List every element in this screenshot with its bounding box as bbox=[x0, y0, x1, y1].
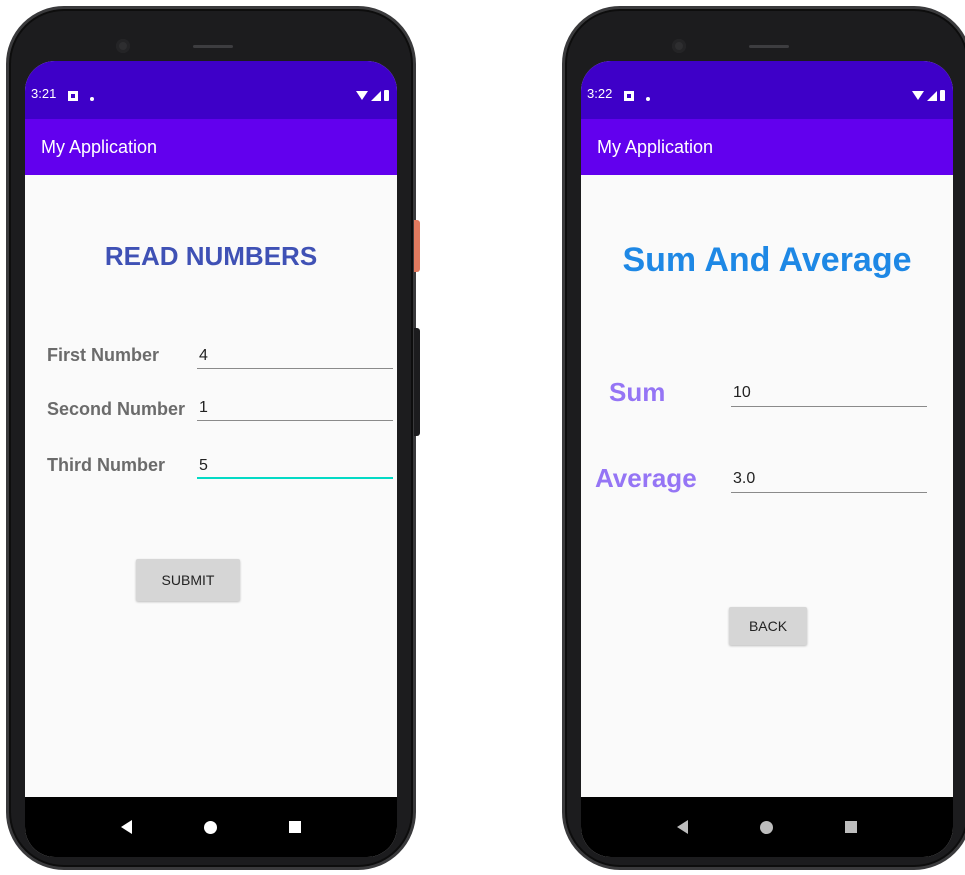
front-camera-icon bbox=[672, 39, 686, 53]
battery-icon bbox=[384, 90, 389, 101]
wifi-icon bbox=[356, 91, 368, 100]
sum-label: Sum bbox=[609, 377, 666, 407]
sum-value-field[interactable]: 10 bbox=[731, 381, 927, 407]
second-number-input[interactable]: 1 bbox=[197, 397, 393, 421]
app-title: My Application bbox=[597, 136, 714, 157]
status-icons bbox=[356, 90, 389, 101]
status-time: 3:21 bbox=[31, 86, 57, 101]
nav-recent-apps-icon[interactable] bbox=[845, 821, 857, 833]
status-icons bbox=[912, 90, 945, 101]
nav-back-icon[interactable] bbox=[677, 820, 688, 834]
back-button[interactable]: BACK bbox=[729, 607, 807, 645]
speaker-grille bbox=[749, 45, 789, 48]
signal-icon bbox=[371, 90, 381, 101]
page-title: READ NUMBERS bbox=[104, 241, 318, 271]
signal-icon bbox=[927, 90, 937, 101]
page-title: Sum And Average bbox=[622, 241, 912, 279]
nav-home-icon[interactable] bbox=[204, 820, 217, 834]
read-numbers-content: READ NUMBERS First Number 4 Second Numbe… bbox=[25, 175, 397, 797]
first-number-input[interactable]: 4 bbox=[197, 345, 393, 369]
front-camera-icon bbox=[116, 39, 130, 53]
third-number-label: Third Number bbox=[47, 455, 166, 475]
sum-average-content: Sum And Average Sum 10 Average 3.0 BACK bbox=[581, 175, 953, 797]
notification-dot-icon bbox=[90, 97, 95, 101]
phone-frame-left: 3:21 My Application READ NUMBERS First N… bbox=[6, 6, 416, 870]
nav-home-icon[interactable] bbox=[760, 820, 773, 834]
phone-frame-right: 3:22 My Application Sum And Average Sum … bbox=[562, 6, 965, 870]
wifi-icon bbox=[912, 91, 924, 100]
app-bar: My Application bbox=[581, 119, 953, 175]
status-bar: 3:21 bbox=[25, 61, 397, 119]
notification-dot-icon bbox=[646, 97, 651, 101]
nav-recent-apps-icon[interactable] bbox=[289, 821, 301, 833]
app-title: My Application bbox=[41, 136, 158, 157]
average-label: Average bbox=[595, 463, 697, 493]
navigation-bar bbox=[25, 797, 397, 857]
volume-button bbox=[414, 328, 420, 436]
second-number-label: Second Number bbox=[47, 399, 186, 419]
power-button bbox=[414, 220, 420, 272]
status-time: 3:22 bbox=[587, 86, 613, 101]
screen-sum-average: 3:22 My Application Sum And Average Sum … bbox=[581, 61, 953, 857]
speaker-grille bbox=[193, 45, 233, 48]
submit-button[interactable]: SUBMIT bbox=[136, 559, 240, 601]
notification-icon bbox=[68, 91, 79, 101]
battery-icon bbox=[940, 90, 945, 101]
status-bar: 3:22 bbox=[581, 61, 953, 119]
nav-back-icon[interactable] bbox=[121, 820, 132, 834]
navigation-bar bbox=[581, 797, 953, 857]
average-value-field[interactable]: 3.0 bbox=[731, 467, 927, 493]
notification-icon bbox=[624, 91, 635, 101]
third-number-input[interactable]: 5 bbox=[197, 455, 393, 479]
screen-read-numbers: 3:21 My Application READ NUMBERS First N… bbox=[25, 61, 397, 857]
app-bar: My Application bbox=[25, 119, 397, 175]
first-number-label: First Number bbox=[47, 345, 160, 365]
